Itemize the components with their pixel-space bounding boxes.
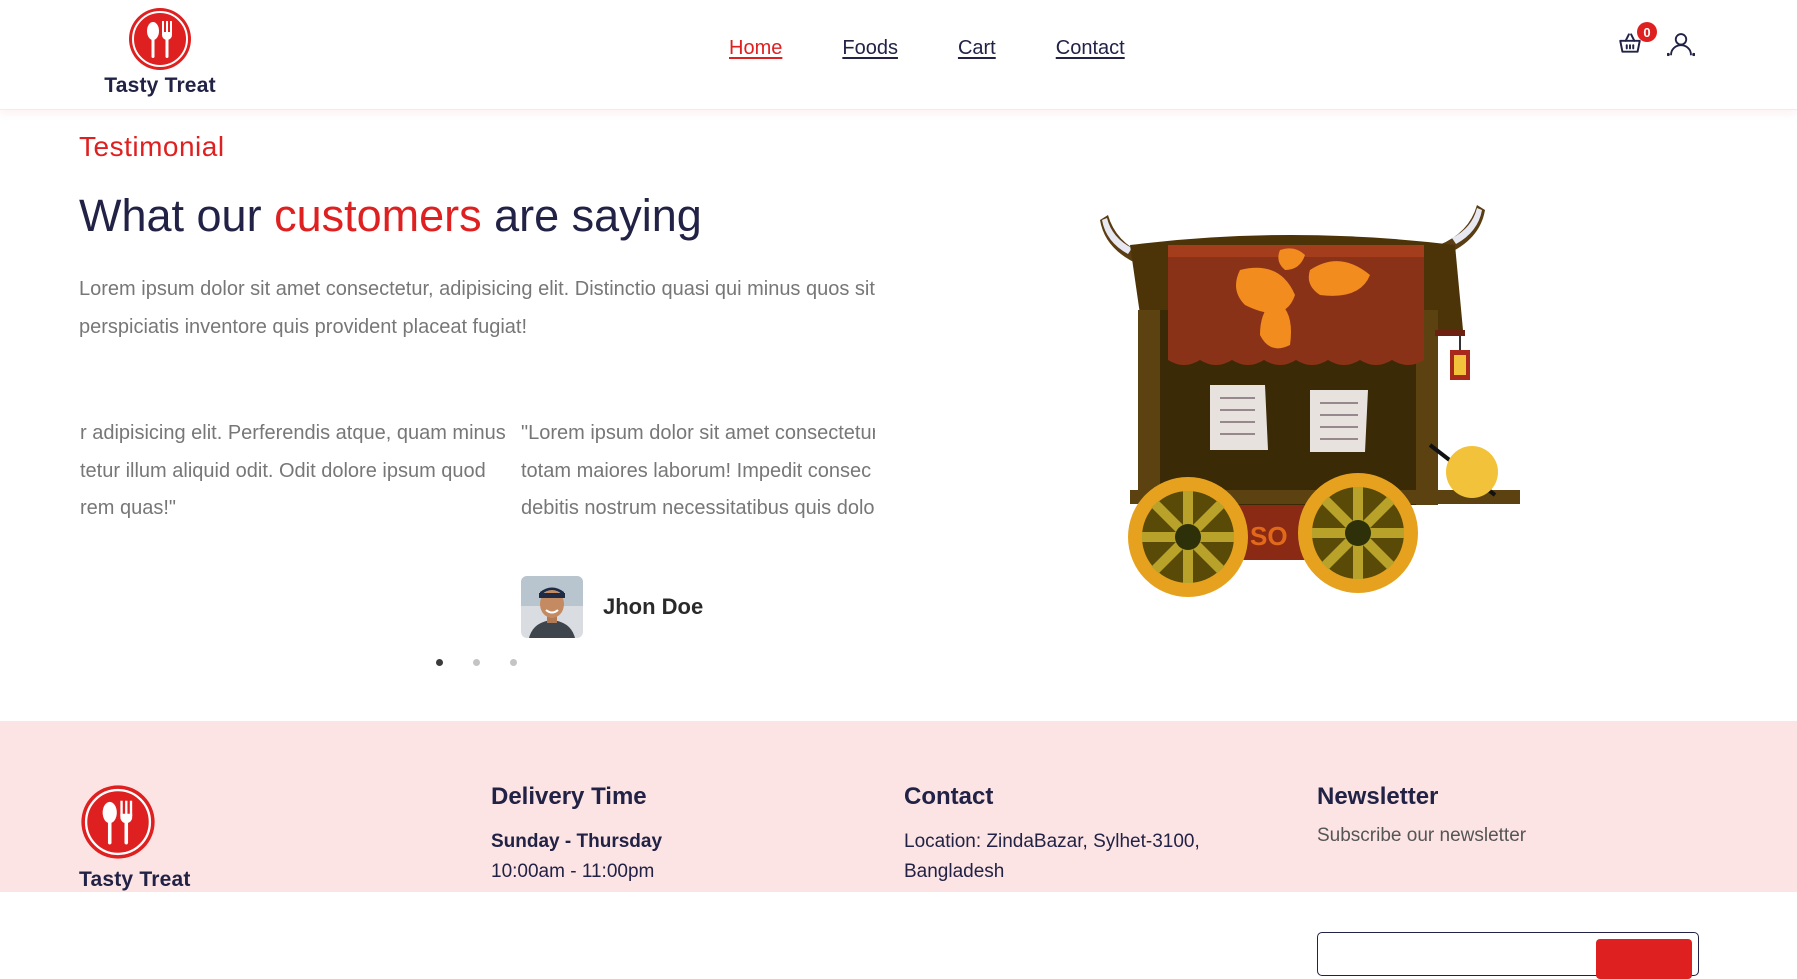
footer-delivery: Delivery Time Sunday - Thursday 10:00am … — [491, 783, 662, 887]
title-part-1: What our — [79, 190, 275, 241]
delivery-heading: Delivery Time — [491, 783, 647, 810]
delivery-days: Sunday - Thursday — [491, 831, 663, 852]
newsletter-email-input[interactable] — [1317, 932, 1699, 979]
brand-name: Tasty Treat — [104, 74, 216, 97]
slide-line: rem quas!" — [80, 497, 177, 519]
svg-text:SO: SO — [1250, 521, 1288, 551]
cart-wheel-left — [1128, 477, 1248, 597]
spoon-fork-icon — [81, 785, 155, 859]
main-nav: Home Foods Cart Contact — [729, 37, 1125, 60]
slider-dot[interactable] — [510, 659, 517, 666]
nav-contact-link[interactable]: Contact — [1056, 37, 1125, 60]
cart-count-badge: 0 — [1637, 22, 1657, 42]
cart-button[interactable]: 0 — [1617, 22, 1657, 58]
newsletter-heading: Newsletter — [1317, 783, 1439, 810]
nav-cart-link[interactable]: Cart — [958, 37, 996, 60]
footer-logo[interactable]: Tasty Treat — [79, 783, 194, 892]
footer-contact: Contact Location: ZindaBazar, Sylhet-310… — [904, 783, 1200, 887]
testimonial-slide: "Lorem ipsum dolor sit amet consectetur … — [521, 415, 875, 528]
slider-dot[interactable] — [436, 659, 443, 666]
header-actions: 0 — [1617, 22, 1695, 58]
testimonial-author: Jhon Doe — [521, 576, 703, 638]
nav-home-link[interactable]: Home — [729, 37, 782, 60]
newsletter-subtitle: Subscribe our newsletter — [1317, 825, 1527, 846]
food-cart-illustration: SO — [1100, 205, 1520, 597]
testimonial-slide: r adipisicing elit. Perferendis atque, q… — [79, 415, 506, 528]
cart-wheel-right — [1298, 473, 1418, 593]
contact-location-line-2: Bangladesh — [904, 861, 1005, 882]
newsletter-send-button[interactable] — [1596, 939, 1692, 979]
slide-line: tetur illum aliquid odit. Odit dolore ip… — [80, 459, 486, 482]
section-description: Lorem ipsum dolor sit amet consectetur, … — [79, 278, 875, 338]
nav-foods-link[interactable]: Foods — [842, 37, 898, 60]
user-icon[interactable] — [1667, 30, 1695, 58]
slide-line: debitis nostrum necessitatibus quis dolo — [521, 497, 875, 519]
contact-heading: Contact — [904, 783, 994, 810]
section-subtitle: Testimonial — [79, 131, 225, 162]
slide-line: r adipisicing elit. Perferendis atque, q… — [80, 422, 506, 444]
delivery-hours: 10:00am - 11:00pm — [491, 861, 655, 882]
spoon-fork-icon — [129, 8, 191, 70]
title-part-2: are saying — [481, 190, 702, 241]
section-title: What our customers are saying — [79, 190, 702, 242]
slide-line: totam maiores laborum! Impedit consec — [521, 459, 872, 482]
brand-logo[interactable]: Tasty Treat — [100, 6, 220, 98]
site-footer: Tasty Treat Delivery Time Sunday - Thurs… — [0, 721, 1797, 979]
site-header: Tasty Treat Home Foods Cart Contact 0 — [0, 0, 1797, 110]
footer-newsletter: Newsletter Subscribe our newsletter — [1317, 783, 1699, 979]
testimonial-slider[interactable]: r adipisicing elit. Perferendis atque, q… — [79, 415, 875, 645]
avatar — [521, 576, 583, 638]
slide-line: "Lorem ipsum dolor sit amet consectetur — [521, 422, 875, 444]
footer-brand-name: Tasty Treat — [79, 868, 191, 891]
title-highlight: customers — [274, 190, 482, 241]
author-photo — [521, 576, 583, 638]
author-name: Jhon Doe — [603, 594, 704, 619]
slider-dot[interactable] — [473, 659, 480, 666]
slider-dots — [436, 659, 517, 666]
contact-location-line-1: Location: ZindaBazar, Sylhet-3100, — [904, 831, 1200, 852]
